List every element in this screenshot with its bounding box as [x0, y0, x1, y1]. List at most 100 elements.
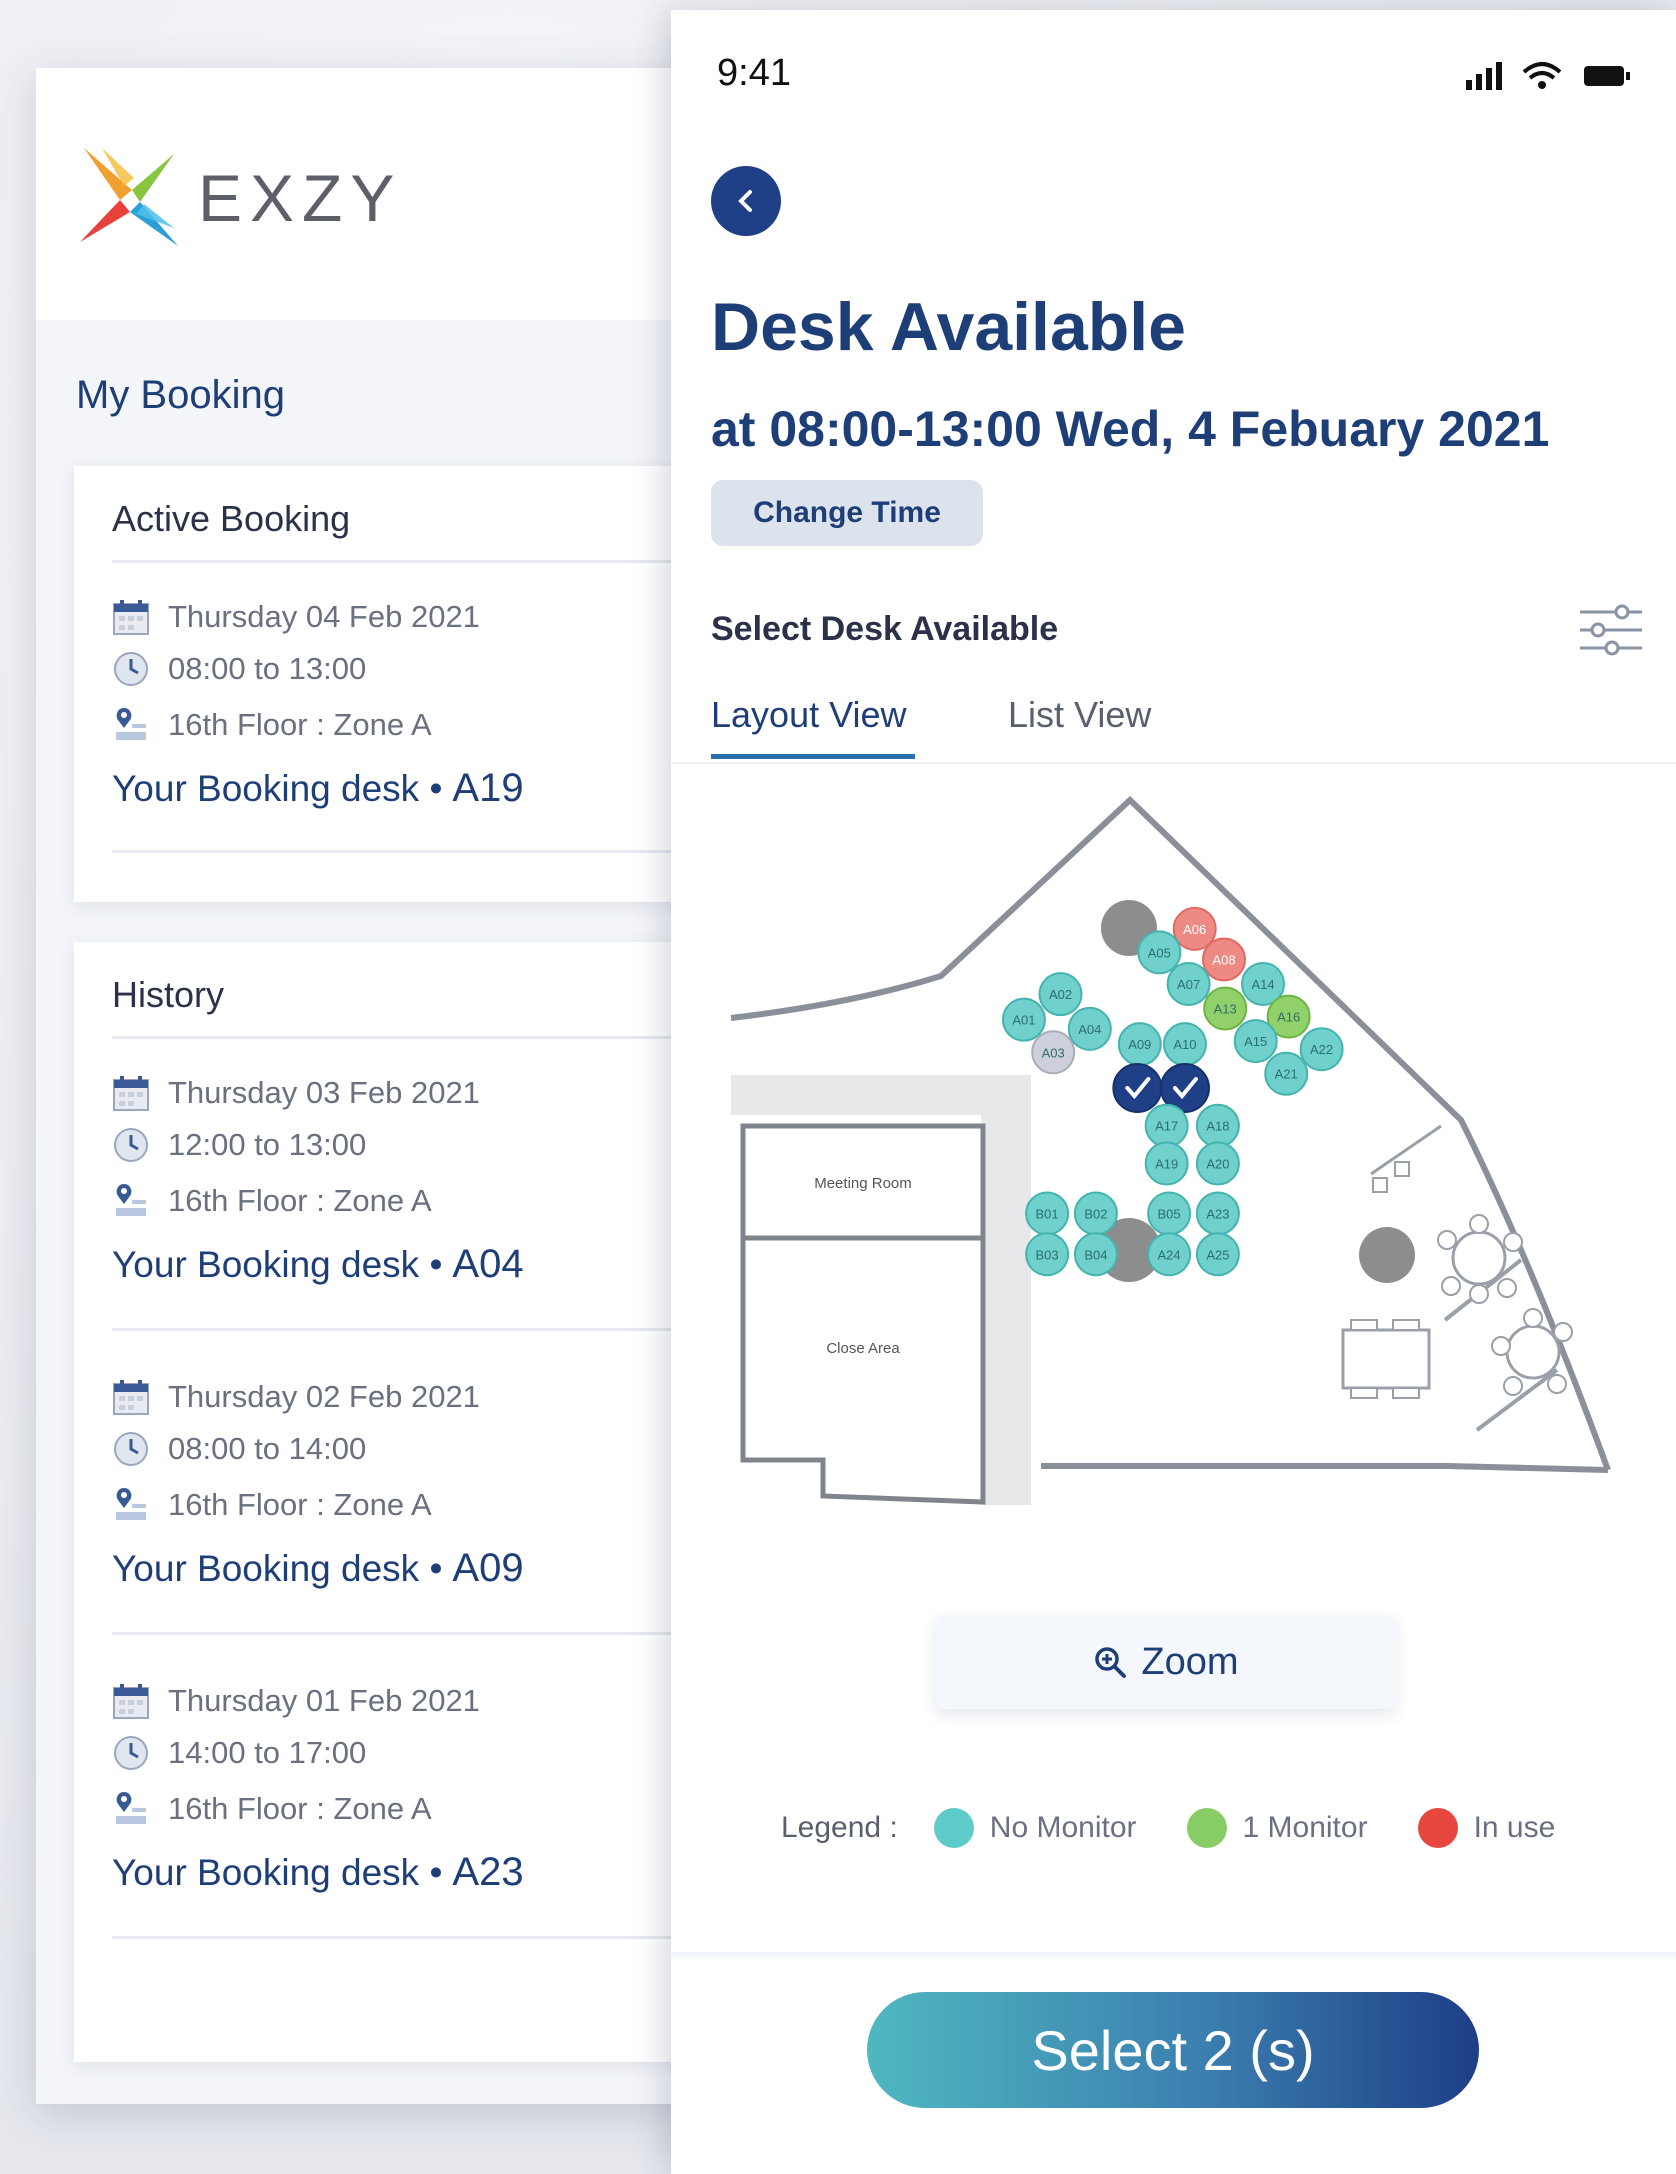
desk-a20[interactable]: A20: [1195, 1141, 1240, 1186]
desk-label: A09: [1128, 1037, 1151, 1052]
desk-a09[interactable]: A09: [1117, 1022, 1162, 1067]
desk-a23[interactable]: A23: [1195, 1191, 1240, 1236]
booking-desk-row: Your Booking desk • A04: [112, 1242, 524, 1287]
desk-label: A23: [1206, 1206, 1229, 1221]
desk-label: A21: [1275, 1067, 1298, 1082]
desk-label: A05: [1148, 945, 1171, 960]
booking-desk-row: Your Booking desk • A23: [112, 1850, 524, 1895]
location-pin-icon: [116, 1792, 146, 1824]
desk-label: A22: [1310, 1042, 1333, 1057]
booking-date: Thursday 03 Feb 2021: [168, 1075, 480, 1110]
booking-time-row: 12:00 to 13:00: [112, 1126, 366, 1164]
booking-date: Thursday 02 Feb 2021: [168, 1379, 480, 1414]
legend-item-one-monitor: 1 Monitor: [1186, 1808, 1368, 1848]
location-pin-icon: [116, 1184, 146, 1216]
chair: [1394, 1161, 1410, 1177]
desk-label: A07: [1177, 977, 1200, 992]
booking-location-row: 16th Floor : Zone A: [112, 1790, 432, 1828]
booking-time-subtitle: at 08:00-13:00 Wed, 4 Febuary 2021: [711, 401, 1550, 457]
tab-layout-view[interactable]: Layout View: [711, 694, 906, 736]
filter-sliders-icon[interactable]: [1576, 602, 1646, 658]
active-booking-card[interactable]: Active Booking Thursday 04 Feb 2021 08:0…: [74, 466, 736, 902]
desk-a17[interactable]: A17: [1144, 1103, 1189, 1148]
close-area-label: Close Area: [826, 1340, 900, 1357]
desk-a22[interactable]: A22: [1299, 1027, 1344, 1072]
desk-b04[interactable]: B04: [1073, 1232, 1118, 1277]
tab-list-view[interactable]: List View: [1008, 694, 1151, 736]
card-divider: [112, 560, 736, 563]
desk-a03: A03: [1031, 1030, 1076, 1075]
active-booking-title: Active Booking: [112, 498, 351, 539]
booking-time: 14:00 to 17:00: [168, 1735, 367, 1770]
history-card: History Thursday 03 Feb 2021 12:00 to 13…: [74, 942, 736, 2062]
legend-item-in-use: In use: [1417, 1808, 1555, 1848]
desk-seat: [1112, 1063, 1163, 1113]
page-title: Desk Available: [711, 289, 1187, 365]
desk-label: A06: [1183, 922, 1206, 937]
clock-icon: [114, 1432, 148, 1466]
legend-dot: [1417, 1808, 1458, 1848]
booking-location: 16th Floor : Zone A: [168, 1791, 432, 1826]
desk-a01[interactable]: A01: [1001, 997, 1046, 1042]
card-divider: [112, 1036, 736, 1039]
status-bar-time: 9:41: [717, 52, 791, 94]
legend-dot: [933, 1808, 974, 1848]
booking-time-row: 14:00 to 17:00: [112, 1734, 366, 1772]
desk-a11[interactable]: [1112, 1063, 1163, 1113]
desk-a25[interactable]: A25: [1195, 1232, 1240, 1277]
booking-desk-code: A04: [452, 1242, 524, 1286]
booking-time-row: 08:00 to 14:00: [112, 1430, 366, 1468]
booking-location-row: 16th Floor : Zone A: [112, 706, 432, 744]
booking-date-row: Thursday 04 Feb 2021: [112, 598, 480, 636]
desk-label: B02: [1084, 1206, 1107, 1221]
desk-label: A08: [1212, 952, 1235, 967]
desk-a02[interactable]: A02: [1038, 972, 1083, 1017]
lounge-table: [1341, 1319, 1431, 1399]
desk-a07[interactable]: A07: [1166, 961, 1211, 1006]
calendar-icon: [113, 1684, 149, 1719]
desk-a04[interactable]: A04: [1067, 1006, 1112, 1051]
change-time-button[interactable]: Change Time: [711, 480, 983, 546]
legend-item-no-monitor: No Monitor: [933, 1808, 1137, 1848]
booking-location: 16th Floor : Zone A: [168, 1183, 432, 1218]
legend-dot: [1186, 1808, 1227, 1848]
my-booking-title: My Booking: [76, 373, 285, 417]
signal-icon: [1466, 62, 1502, 90]
clock-icon: [114, 1736, 148, 1770]
desk-label: A16: [1277, 1010, 1300, 1025]
card-divider: [112, 1328, 736, 1331]
booking-time: 08:00 to 14:00: [168, 1431, 367, 1466]
desk-a10[interactable]: A10: [1162, 1022, 1207, 1067]
booking-time: 08:00 to 13:00: [168, 651, 367, 686]
select-desk-label: Select Desk Available: [711, 610, 1059, 648]
desk-a21[interactable]: A21: [1264, 1051, 1309, 1096]
desk-a24[interactable]: A24: [1147, 1232, 1192, 1277]
legend: Legend : No Monitor 1 Monitor In use: [781, 1808, 1605, 1848]
brand-name: EXZY: [198, 161, 403, 235]
calendar-icon: [113, 600, 149, 635]
zoom-button[interactable]: Zoom: [936, 1615, 1396, 1709]
meeting-room-label: Meeting Room: [814, 1175, 912, 1192]
back-button[interactable]: [711, 166, 781, 236]
desk-a19[interactable]: A19: [1144, 1141, 1189, 1186]
card-divider: [112, 1632, 736, 1635]
desk-a13[interactable]: A13: [1203, 986, 1248, 1031]
clock-icon: [114, 652, 148, 686]
desk-a18[interactable]: A18: [1195, 1103, 1240, 1148]
booking-location-row: 16th Floor : Zone A: [112, 1486, 432, 1524]
desk-b02[interactable]: B02: [1073, 1191, 1118, 1236]
desk-b05[interactable]: B05: [1147, 1191, 1192, 1236]
select-desks-button[interactable]: Select 2 (s): [867, 1992, 1479, 2108]
desk-a05[interactable]: A05: [1137, 930, 1182, 975]
desk-layer: A06 A05 A08 A07 A14 A13 A16 A15 A22 A21 A02 A01 A04 A…: [1001, 906, 1344, 1277]
booking-desk-row: Your Booking desk • A19: [112, 766, 524, 811]
booking-location: 16th Floor : Zone A: [168, 1487, 432, 1522]
booking-desk-label: Your Booking desk •: [112, 1852, 443, 1893]
desk-b03[interactable]: B03: [1025, 1232, 1070, 1277]
chair: [1372, 1177, 1388, 1193]
booking-date-row: Thursday 02 Feb 2021: [112, 1378, 480, 1416]
desk-a15[interactable]: A15: [1233, 1019, 1278, 1064]
desk-label: A03: [1042, 1045, 1065, 1060]
booking-location: 16th Floor : Zone A: [168, 707, 432, 742]
desk-b01[interactable]: B01: [1025, 1191, 1070, 1236]
